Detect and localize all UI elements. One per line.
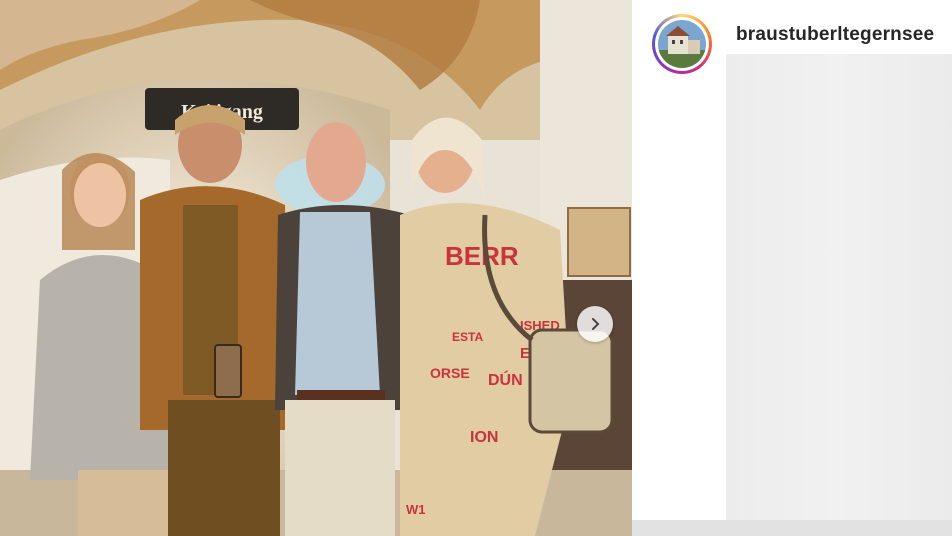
carousel-next-button[interactable] [577, 306, 613, 342]
post-photo[interactable]: Kei igang BERR ISHED ESTA ERRY ORSE DÚN … [0, 0, 632, 536]
svg-text:BERR: BERR [445, 241, 519, 271]
svg-text:W1: W1 [406, 502, 426, 517]
photo-scene: Kei igang BERR ISHED ESTA ERRY ORSE DÚN … [0, 0, 632, 536]
post-sidebar: braustuberltegernsee [632, 0, 952, 536]
username-link[interactable]: braustuberltegernsee [736, 24, 934, 46]
avatar-image [658, 20, 706, 68]
chevron-right-icon [592, 318, 600, 330]
profile-avatar[interactable] [652, 14, 712, 74]
svg-text:DÚN: DÚN [488, 370, 523, 389]
svg-text:ORSE: ORSE [430, 365, 470, 381]
bottom-divider [632, 520, 952, 536]
media-placeholder [726, 54, 952, 520]
svg-text:ESTA: ESTA [452, 330, 483, 344]
svg-text:ION: ION [470, 429, 498, 446]
